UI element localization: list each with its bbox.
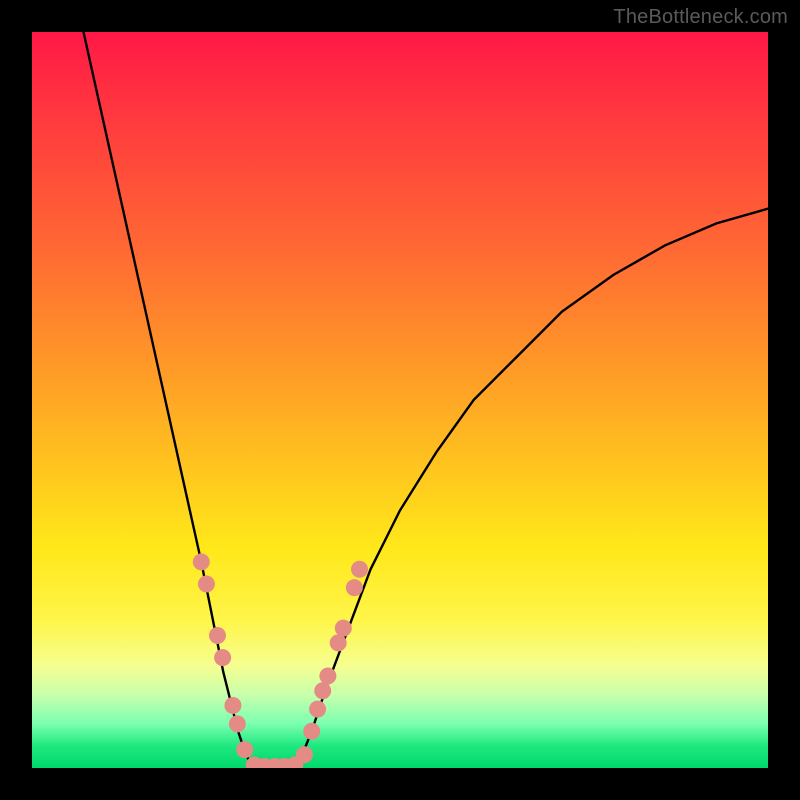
- chart-frame: TheBottleneck.com: [0, 0, 800, 800]
- curve-group: [84, 32, 768, 768]
- sample-dot: [229, 715, 246, 732]
- sample-dot: [346, 579, 363, 596]
- v-curve: [84, 32, 768, 768]
- watermark-text: TheBottleneck.com: [613, 6, 788, 29]
- sample-dot: [335, 620, 352, 637]
- sample-dot: [236, 741, 253, 758]
- sample-dot: [309, 701, 326, 718]
- chart-svg: [32, 32, 768, 768]
- sample-dot: [224, 697, 241, 714]
- sample-dot: [351, 561, 368, 578]
- sample-dot: [209, 627, 226, 644]
- sample-dot: [330, 634, 347, 651]
- sample-dot: [314, 682, 331, 699]
- dots-group: [193, 553, 368, 768]
- sample-dot: [296, 746, 313, 763]
- sample-dot: [198, 576, 215, 593]
- sample-dot: [193, 553, 210, 570]
- sample-dot: [319, 668, 336, 685]
- plot-area: [32, 32, 768, 768]
- sample-dot: [303, 723, 320, 740]
- sample-dot: [214, 649, 231, 666]
